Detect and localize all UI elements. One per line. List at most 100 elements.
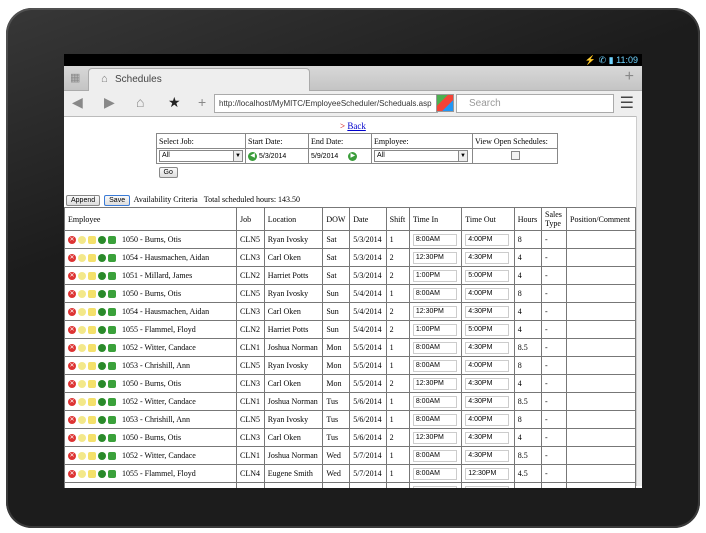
book-icon[interactable] (108, 308, 116, 317)
clock-icon[interactable] (78, 308, 86, 317)
employee-select[interactable]: All ▼ (374, 150, 468, 162)
time-out-input[interactable]: 4:30PM (465, 251, 510, 264)
book-icon[interactable] (108, 398, 116, 407)
group-icon[interactable] (98, 362, 106, 371)
note-icon[interactable] (88, 470, 96, 479)
time-out-input[interactable]: 4:30PM (465, 377, 510, 390)
delete-icon[interactable]: ✕ (68, 308, 76, 317)
group-icon[interactable] (98, 452, 106, 461)
time-in-input[interactable]: 8:00AM (412, 341, 457, 354)
time-in-input[interactable]: 12:30PM (412, 251, 457, 264)
group-icon[interactable] (98, 272, 106, 281)
book-icon[interactable] (108, 254, 116, 263)
note-icon[interactable] (88, 452, 96, 461)
address-bar[interactable]: http://localhost/MyMITC/EmployeeSchedule… (214, 94, 438, 113)
time-out-input[interactable]: 4:30PM (465, 431, 510, 444)
delete-icon[interactable]: ✕ (68, 254, 76, 263)
delete-icon[interactable]: ✕ (68, 344, 76, 353)
group-icon[interactable] (98, 398, 106, 407)
group-icon[interactable] (98, 308, 106, 317)
clock-icon[interactable] (78, 452, 86, 461)
delete-icon[interactable]: ✕ (68, 416, 76, 425)
delete-icon[interactable]: ✕ (68, 398, 76, 407)
note-icon[interactable] (88, 254, 96, 263)
delete-icon[interactable]: ✕ (68, 452, 76, 461)
time-out-input[interactable]: 4:00PM (465, 233, 510, 246)
group-icon[interactable] (98, 290, 106, 299)
clock-icon[interactable] (78, 236, 86, 245)
clock-icon[interactable] (78, 398, 86, 407)
clock-icon[interactable] (78, 344, 86, 353)
time-in-input[interactable]: 8:00AM (412, 287, 457, 300)
delete-icon[interactable]: ✕ (68, 272, 76, 281)
job-select[interactable]: All ▼ (159, 150, 243, 162)
group-icon[interactable] (98, 236, 106, 245)
delete-icon[interactable]: ✕ (68, 236, 76, 245)
time-in-input[interactable]: 8:00AM (412, 359, 457, 372)
book-icon[interactable] (108, 236, 116, 245)
time-in-input[interactable]: 12:30PM (412, 377, 457, 390)
group-icon[interactable] (98, 326, 106, 335)
time-out-input[interactable]: 5:00PM (465, 269, 510, 282)
tabs-overview-icon[interactable]: ▦ (70, 72, 82, 84)
clock-icon[interactable] (78, 434, 86, 443)
time-out-input[interactable]: 4:00PM (465, 359, 510, 372)
group-icon[interactable] (98, 416, 106, 425)
clock-icon[interactable] (78, 326, 86, 335)
append-button[interactable]: Append (66, 195, 101, 206)
group-icon[interactable] (98, 380, 106, 389)
time-in-input[interactable]: 8:00AM (412, 233, 457, 246)
note-icon[interactable] (88, 272, 96, 281)
clock-icon[interactable] (78, 272, 86, 281)
time-in-input[interactable]: 8:00AM (412, 467, 457, 480)
note-icon[interactable] (88, 380, 96, 389)
time-out-input[interactable]: 4:30PM (465, 341, 510, 354)
group-icon[interactable] (98, 344, 106, 353)
book-icon[interactable] (108, 326, 116, 335)
time-out-input[interactable]: 4:00PM (465, 287, 510, 300)
time-in-input[interactable]: 1:00PM (412, 323, 457, 336)
availability-criteria[interactable]: Availability Criteria (134, 195, 198, 204)
time-out-input[interactable]: 4:30PM (465, 305, 510, 318)
clock-icon[interactable] (78, 380, 86, 389)
note-icon[interactable] (88, 290, 96, 299)
note-icon[interactable] (88, 344, 96, 353)
delete-icon[interactable]: ✕ (68, 362, 76, 371)
browser-tab[interactable]: ⌂ Schedules (88, 68, 310, 91)
delete-icon[interactable]: ✕ (68, 326, 76, 335)
delete-icon[interactable]: ✕ (68, 380, 76, 389)
time-out-input[interactable]: 4:30PM (465, 449, 510, 462)
home-icon[interactable]: ⌂ (136, 94, 144, 110)
clock-icon[interactable] (78, 416, 86, 425)
add-bookmark-icon[interactable]: + (198, 94, 206, 110)
new-tab-icon[interactable]: + (625, 68, 634, 86)
time-in-input[interactable]: 8:00AM (412, 413, 457, 426)
delete-icon[interactable]: ✕ (68, 290, 76, 299)
book-icon[interactable] (108, 344, 116, 353)
note-icon[interactable] (88, 326, 96, 335)
delete-icon[interactable]: ✕ (68, 434, 76, 443)
back-arrow-icon[interactable]: ◀ (72, 94, 83, 111)
group-icon[interactable] (98, 434, 106, 443)
note-icon[interactable] (88, 236, 96, 245)
book-icon[interactable] (108, 290, 116, 299)
time-out-input[interactable]: 5:00PM (465, 323, 510, 336)
time-in-input[interactable]: 8:00AM (412, 449, 457, 462)
book-icon[interactable] (108, 272, 116, 281)
group-icon[interactable] (98, 254, 106, 263)
book-icon[interactable] (108, 434, 116, 443)
note-icon[interactable] (88, 434, 96, 443)
time-in-input[interactable]: 1:00PM (412, 269, 457, 282)
time-out-input[interactable]: 4:30PM (465, 395, 510, 408)
time-in-input[interactable]: 8:00AM (412, 485, 457, 488)
time-in-input[interactable]: 12:30PM (412, 305, 457, 318)
end-date-field[interactable]: 5/9/2014 (311, 153, 338, 160)
note-icon[interactable] (88, 398, 96, 407)
delete-icon[interactable]: ✕ (68, 470, 76, 479)
start-date-field[interactable]: 5/3/2014 (259, 153, 286, 160)
clock-icon[interactable] (78, 470, 86, 479)
time-out-input[interactable]: 12:30PM (465, 467, 510, 480)
note-icon[interactable] (88, 362, 96, 371)
search-engine-icon[interactable] (436, 94, 454, 112)
page-scrollbar[interactable] (636, 116, 642, 486)
